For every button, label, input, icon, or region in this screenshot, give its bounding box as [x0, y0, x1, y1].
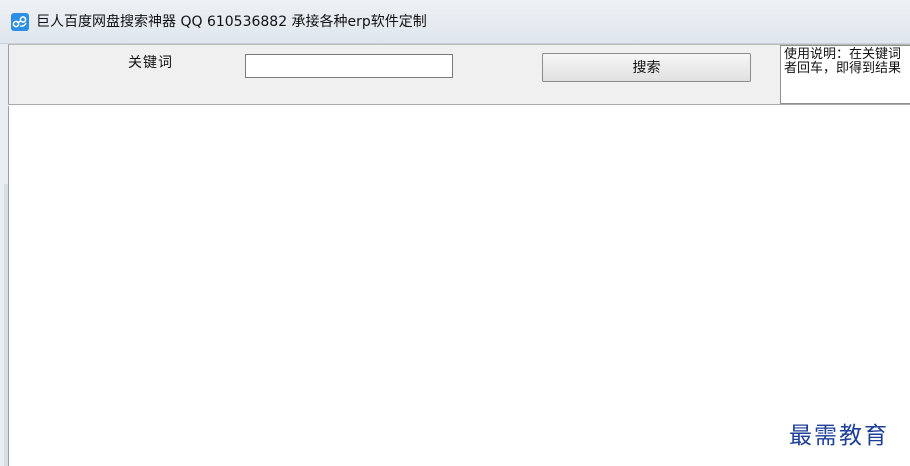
watermark-text: 最需教育	[789, 423, 889, 449]
keyword-label: 关键词	[128, 55, 173, 71]
search-button[interactable]: 搜索	[542, 53, 751, 82]
title-bar[interactable]: 巨人百度网盘搜索神器 QQ 610536882 承接各种erp软件定制	[0, 0, 910, 44]
left-frame-edge	[0, 44, 8, 466]
app-window: 巨人百度网盘搜索神器 QQ 610536882 承接各种erp软件定制 关键词 …	[0, 0, 910, 466]
instructions-line-2: 者回车，即得到结果	[784, 61, 902, 76]
instructions-line-1: 使用说明：在关键词	[784, 47, 902, 62]
search-toolbar: 关键词 搜索 使用说明：在关键词 者回车，即得到结果	[8, 44, 910, 105]
window-title: 巨人百度网盘搜索神器 QQ 610536882 承接各种erp软件定制	[36, 14, 427, 30]
keyword-input[interactable]	[245, 54, 453, 78]
cloud-share-icon	[11, 13, 29, 31]
instructions-box[interactable]: 使用说明：在关键词 者回车，即得到结果	[780, 45, 910, 104]
results-area[interactable]	[8, 106, 910, 466]
